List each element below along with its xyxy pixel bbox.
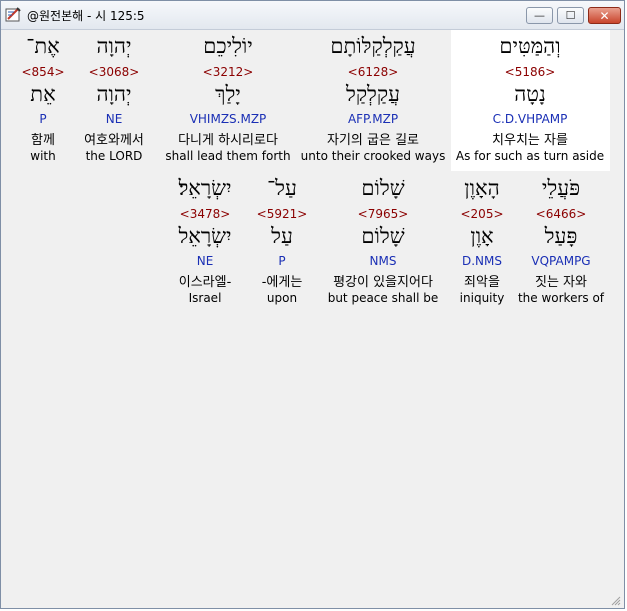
title-bar[interactable]: @원전본해 - 시 125:5 — ☐ ✕ (1, 1, 624, 30)
interlinear-panel: וְהַמַּטִּים <5186> נָטָה C.D.VHPAMP 치우치… (2, 30, 623, 608)
lemma-text: פָּעַל (544, 224, 578, 248)
hebrew-text: עֲקַלְקַלּוֹתָם (330, 34, 416, 58)
lemma-text: אָוֶן (470, 224, 494, 248)
english-gloss: the LORD (85, 149, 143, 163)
korean-gloss: 이스라엘- (178, 275, 232, 290)
english-gloss: Israel (188, 291, 222, 305)
hebrew-text: יִשְׂרָאֵל׃ (178, 176, 232, 200)
korean-gloss: -에게는 (261, 275, 303, 290)
close-button[interactable]: ✕ (588, 7, 621, 24)
lemma-text: יִשְׂרָאֵל (178, 224, 232, 248)
app-icon (5, 7, 21, 22)
hebrew-text: יוֹלִיכֵם (203, 34, 253, 58)
morph-code[interactable]: NE (197, 254, 214, 268)
lemma-text: שָׁלוֹם (361, 224, 405, 248)
english-gloss: shall lead them forth (165, 149, 291, 163)
strong-number[interactable]: <3478> (180, 207, 231, 221)
english-gloss: iniquity (459, 291, 505, 305)
resize-grip-icon[interactable] (611, 596, 621, 606)
korean-gloss: 치우치는 자를 (492, 133, 568, 148)
lemma-text: יְהוָה (96, 82, 132, 106)
strong-number[interactable]: <6466> (536, 207, 587, 221)
korean-gloss: 함께 (31, 133, 55, 148)
lemma-text: יָלַךְ (215, 82, 241, 106)
strong-number[interactable]: <6128> (348, 65, 399, 79)
korean-gloss: 다니게 하시리로다 (178, 133, 278, 148)
strong-number[interactable]: <7965> (358, 207, 409, 221)
morph-code[interactable]: C.D.VHPAMP (493, 112, 568, 126)
strong-number[interactable]: <3068> (89, 65, 140, 79)
english-gloss: the workers of (517, 291, 605, 305)
lemma-text: עַל (271, 224, 293, 248)
strong-number[interactable]: <5921> (257, 207, 308, 221)
morph-code[interactable]: AFP.MZP (348, 112, 398, 126)
morph-code[interactable]: D.NMS (462, 254, 502, 268)
window-title: @원전본해 - 시 125:5 (27, 9, 145, 23)
english-gloss: As for such as turn aside (455, 149, 605, 163)
korean-gloss: 평강이 있을지어다 (333, 275, 433, 290)
korean-gloss: 자기의 굽은 길로 (327, 133, 419, 148)
strong-number[interactable]: <205> (460, 207, 503, 221)
minimize-icon: — (534, 9, 545, 22)
app-window: @원전본해 - 시 125:5 — ☐ ✕ וְהַמַּטִּים <5186… (0, 0, 625, 609)
minimize-button[interactable]: — (526, 7, 553, 24)
korean-gloss: 죄악을 (464, 275, 500, 290)
maximize-button[interactable]: ☐ (557, 7, 584, 24)
hebrew-text: פֹּעֲלֵי (541, 176, 581, 200)
hebrew-text: שָׁלוֹם (361, 176, 405, 200)
english-gloss: unto their crooked ways (300, 149, 446, 163)
morph-code[interactable]: P (39, 112, 46, 126)
close-icon: ✕ (599, 8, 610, 23)
korean-gloss: 짓는 자와 (535, 275, 587, 290)
hebrew-text: יְהוָה (96, 34, 132, 58)
hebrew-text: הָאָוֶן (464, 176, 500, 200)
lemma-text: נָטָה (514, 82, 546, 106)
english-gloss: upon (266, 291, 298, 305)
strong-number[interactable]: <854> (21, 65, 64, 79)
strong-number[interactable]: <5186> (505, 65, 556, 79)
hebrew-text: אֶת־ (26, 34, 60, 58)
lemma-text: אֵת (30, 82, 56, 106)
morph-code[interactable]: VQPAMPG (531, 254, 590, 268)
morph-code[interactable]: NMS (370, 254, 397, 268)
english-gloss: with (30, 149, 56, 163)
morph-code[interactable]: VHIMZS.MZP (190, 112, 267, 126)
hebrew-text: עַל־ (267, 176, 297, 200)
strong-number[interactable]: <3212> (203, 65, 254, 79)
maximize-icon: ☐ (565, 9, 576, 22)
english-gloss: but peace shall be (327, 291, 439, 305)
lemma-text: עֲקַלְקַל (345, 82, 401, 106)
korean-gloss: 여호와께서 (84, 133, 144, 148)
morph-code[interactable]: NE (106, 112, 123, 126)
hebrew-text: וְהַמַּטִּים (499, 34, 561, 58)
morph-code[interactable]: P (278, 254, 285, 268)
